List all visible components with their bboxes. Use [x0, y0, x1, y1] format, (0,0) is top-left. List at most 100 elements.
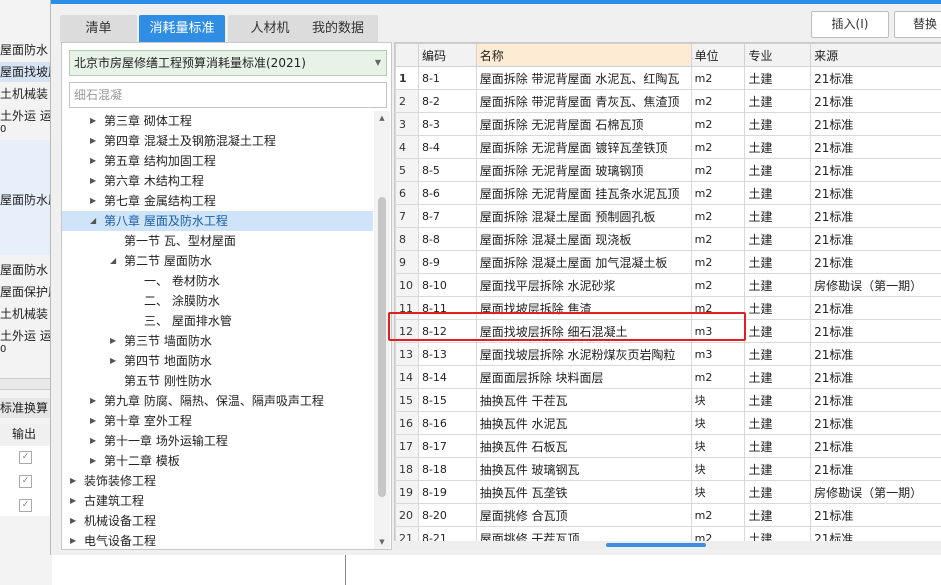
table-cell[interactable]: m2: [690, 112, 746, 136]
tab-consumption-standard[interactable]: 消耗量标准: [139, 15, 225, 42]
table-cell[interactable]: 抽换瓦件 瓦垄铁: [475, 480, 692, 504]
bg-row[interactable]: 屋面防水 铺: [0, 260, 52, 280]
table-cell[interactable]: 屋面拆除 无泥背屋面 镀锌瓦垄铁顶: [475, 135, 692, 159]
chevron-down-icon[interactable]: ▼: [375, 51, 381, 75]
table-cell[interactable]: 21标准: [810, 319, 941, 343]
tree-node[interactable]: ▶ 第五章 结构加固工程: [62, 151, 373, 171]
table-cell[interactable]: m2: [690, 227, 746, 251]
table-cell[interactable]: 土建: [744, 250, 812, 274]
table-cell[interactable]: 8-6: [417, 181, 477, 205]
table-cell[interactable]: 土建: [744, 319, 812, 343]
table-cell[interactable]: 21标准: [810, 296, 941, 320]
table-row[interactable]: 6 8-6 屋面拆除 无泥背屋面 挂瓦条水泥瓦顶 m2 土建 21标准: [395, 181, 941, 205]
table-cell[interactable]: 抽换瓦件 玻璃钢瓦: [475, 457, 692, 481]
collapse-arrow-icon[interactable]: ▶: [90, 431, 96, 451]
output-checkbox[interactable]: ✓: [19, 499, 32, 512]
table-cell[interactable]: 屋面找坡层拆除 水泥粉煤灰页岩陶粒: [475, 342, 692, 366]
table-cell[interactable]: 屋面拆除 带泥背屋面 青灰瓦、焦渣顶: [475, 89, 692, 113]
table-cell[interactable]: 土建: [744, 66, 812, 90]
tree-node[interactable]: ▶ 第三节 墙面防水: [62, 331, 373, 351]
table-cell[interactable]: 21标准: [810, 503, 941, 527]
table-cell[interactable]: m2: [690, 365, 746, 389]
tree-node[interactable]: 三、 屋面排水管: [62, 311, 373, 331]
table-cell[interactable]: m2: [690, 66, 746, 90]
tree-node[interactable]: 第五节 刚性防水: [62, 371, 373, 391]
table-cell[interactable]: 21标准: [810, 204, 941, 228]
table-cell[interactable]: 土建: [744, 365, 812, 389]
tree-node[interactable]: ◢ 第八章 屋面及防水工程: [62, 211, 373, 231]
table-cell[interactable]: 块: [690, 388, 746, 412]
table-cell[interactable]: 屋面拆除 混凝土屋面 加气混凝土板: [475, 250, 692, 274]
table-cell[interactable]: m3: [690, 342, 746, 366]
table-cell[interactable]: 21标准: [810, 250, 941, 274]
table-cell[interactable]: 屋面找平层拆除 水泥砂浆: [475, 273, 692, 297]
table-cell[interactable]: 21标准: [810, 365, 941, 389]
table-cell[interactable]: m2: [690, 135, 746, 159]
tab-my-data[interactable]: 我的数据: [298, 15, 378, 42]
table-cell[interactable]: 21标准: [810, 434, 941, 458]
table-row[interactable]: 13 8-13 屋面找坡层拆除 水泥粉煤灰页岩陶粒 m3 土建 21标准: [395, 342, 941, 366]
tree-node[interactable]: 一、 卷材防水: [62, 271, 373, 291]
bg-row[interactable]: 屋面防水 铺: [0, 40, 52, 60]
bg-row[interactable]: 土机械装: [0, 304, 52, 324]
table-cell[interactable]: 土建: [744, 204, 812, 228]
tree-node[interactable]: ▶ 第九章 防腐、隔热、保温、隔声吸声工程: [62, 391, 373, 411]
table-cell[interactable]: 土建: [744, 227, 812, 251]
table-cell[interactable]: m2: [690, 89, 746, 113]
tab-list[interactable]: 清单: [60, 15, 137, 42]
table-cell[interactable]: 8-2: [417, 89, 477, 113]
table-cell[interactable]: 屋面拆除 带泥背屋面 水泥瓦、红陶瓦: [475, 66, 692, 90]
collapse-arrow-icon[interactable]: ▶: [90, 151, 96, 171]
table-row[interactable]: 7 8-7 屋面拆除 混凝土屋面 预制圆孔板 m2 土建 21标准: [395, 204, 941, 228]
table-cell[interactable]: 土建: [744, 89, 812, 113]
table-cell[interactable]: 土建: [744, 480, 812, 504]
table-cell[interactable]: 8-9: [417, 250, 477, 274]
scroll-thumb[interactable]: [378, 197, 386, 497]
collapse-arrow-icon[interactable]: ▶: [90, 411, 96, 431]
table-cell[interactable]: 土建: [744, 503, 812, 527]
table-cell[interactable]: 土建: [744, 112, 812, 136]
grid-horizontal-scrollbar[interactable]: [394, 541, 941, 549]
tree-node[interactable]: 第一节 瓦、型材屋面: [62, 231, 373, 251]
table-cell[interactable]: 土建: [744, 135, 812, 159]
table-cell[interactable]: 屋面拆除 无泥背屋面 挂瓦条水泥瓦顶: [475, 181, 692, 205]
column-header[interactable]: 名称: [475, 43, 692, 67]
table-cell[interactable]: 8-5: [417, 158, 477, 182]
table-row[interactable]: 15 8-15 抽换瓦件 干茬瓦块土建 21标准: [395, 388, 941, 412]
table-row[interactable]: 17 8-17 抽换瓦件 石板瓦块土建 21标准: [395, 434, 941, 458]
table-cell[interactable]: 块: [690, 411, 746, 435]
table-cell[interactable]: 21标准: [810, 388, 941, 412]
table-cell[interactable]: 8-1: [417, 66, 477, 90]
collapse-arrow-icon[interactable]: ▶: [110, 351, 116, 371]
table-cell[interactable]: m2: [690, 204, 746, 228]
collapse-arrow-icon[interactable]: ▶: [90, 391, 96, 411]
column-header[interactable]: 来源: [810, 43, 941, 67]
table-cell[interactable]: 屋面挑修 合瓦顶: [475, 503, 692, 527]
table-cell[interactable]: 21标准: [810, 411, 941, 435]
table-row[interactable]: 8 8-8 屋面拆除 混凝土屋面 现浇板 m2 土建 21标准: [395, 227, 941, 251]
collapse-arrow-icon[interactable]: ▶: [70, 531, 76, 549]
replace-button[interactable]: 替换: [894, 11, 941, 38]
bg-row[interactable]: 土机械装: [0, 84, 52, 104]
table-cell[interactable]: 8-19: [417, 480, 477, 504]
collapse-arrow-icon[interactable]: ▶: [70, 511, 76, 531]
table-cell[interactable]: 土建: [744, 273, 812, 297]
tree-node[interactable]: ▶ 第七章 金属结构工程: [62, 191, 373, 211]
table-cell[interactable]: 8-16: [417, 411, 477, 435]
collapse-arrow-icon[interactable]: ▶: [90, 191, 96, 211]
table-cell[interactable]: m2: [690, 250, 746, 274]
table-cell[interactable]: 抽换瓦件 干茬瓦: [475, 388, 692, 412]
bg-row[interactable]: 屋面保护层: [0, 282, 52, 302]
table-cell[interactable]: 21标准: [810, 66, 941, 90]
expand-arrow-icon[interactable]: ◢: [90, 211, 96, 231]
bg-row[interactable]: 屋面防水层: [0, 190, 52, 210]
table-cell[interactable]: 21标准: [810, 181, 941, 205]
table-cell[interactable]: 21标准: [810, 158, 941, 182]
hscroll-thumb[interactable]: [606, 543, 706, 547]
table-cell[interactable]: 8-13: [417, 342, 477, 366]
table-cell[interactable]: 土建: [744, 296, 812, 320]
table-cell[interactable]: 8-8: [417, 227, 477, 251]
table-cell[interactable]: 21标准: [810, 457, 941, 481]
table-cell[interactable]: 21标准: [810, 89, 941, 113]
insert-button[interactable]: 插入(I): [811, 11, 889, 38]
